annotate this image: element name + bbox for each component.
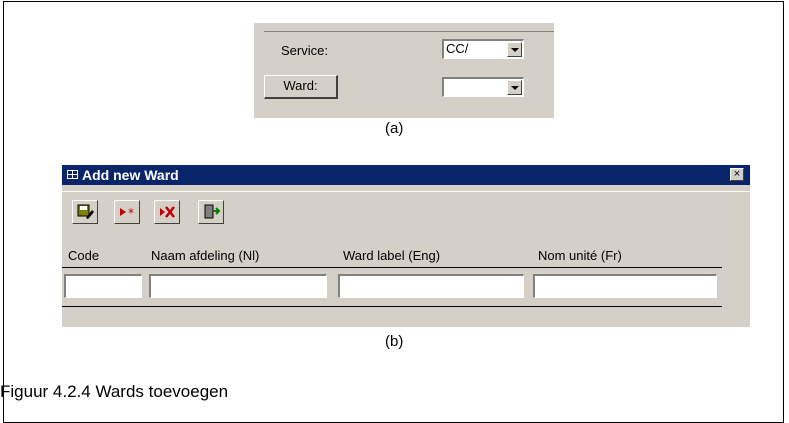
service-ward-panel: Service: CC/ Ward: (254, 23, 554, 118)
title-bar: Add new Ward × (62, 165, 750, 185)
form-icon (67, 170, 78, 179)
column-header-nom-fr: Nom unité (Fr) (538, 248, 622, 263)
close-form-button[interactable] (198, 200, 224, 224)
svg-text:*: * (128, 206, 134, 220)
nom-unite-fr-field[interactable] (533, 274, 717, 298)
delete-record-button[interactable] (154, 200, 180, 224)
close-button[interactable]: × (730, 168, 744, 181)
new-record-icon: * (120, 206, 134, 220)
column-header-code: Code (68, 248, 100, 263)
new-record-button[interactable]: * (114, 200, 140, 224)
toolbar-divider (62, 191, 750, 192)
figure-caption: Figuur 4.2.4 Wards toevoegen (0, 382, 229, 401)
add-ward-window: Add new Ward × * Code Naam afdeling (Nl)… (62, 165, 750, 327)
window-title: Add new Ward (82, 167, 179, 183)
column-header-naam: Naam afdeling (Nl) (151, 248, 260, 263)
delete-record-icon (160, 206, 175, 218)
naam-afdeling-field[interactable] (149, 274, 327, 298)
dropdown-arrow-icon[interactable] (507, 80, 522, 95)
caption-b: (b) (385, 333, 404, 350)
header-divider (62, 267, 722, 268)
save-record-icon (77, 204, 94, 219)
code-field[interactable] (64, 274, 142, 298)
caption-a: (a) (385, 120, 404, 137)
service-label: Service: (281, 43, 328, 58)
service-select[interactable]: CC/ (442, 39, 524, 59)
ward-button[interactable]: Ward: (264, 75, 338, 99)
service-select-value: CC/ (446, 41, 469, 56)
save-record-button[interactable] (72, 200, 98, 224)
divider (264, 31, 554, 32)
dropdown-arrow-icon[interactable] (507, 42, 522, 57)
ward-label-eng-field[interactable] (338, 274, 524, 298)
ward-select[interactable] (442, 77, 524, 97)
footer-divider (62, 306, 722, 307)
column-header-label-eng: Ward label (Eng) (343, 248, 441, 263)
close-form-icon (204, 204, 221, 219)
